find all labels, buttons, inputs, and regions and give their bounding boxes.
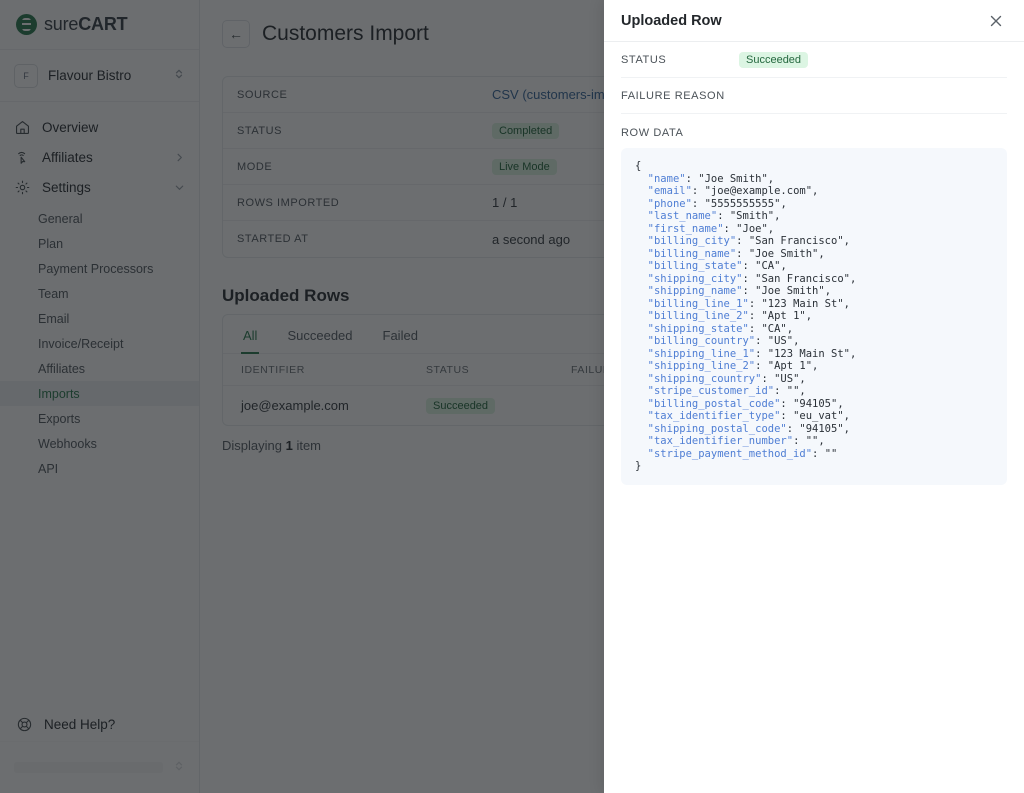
row-data-json: { "name": "Joe Smith", "email": "joe@exa… [621, 148, 1007, 485]
panel-title: Uploaded Row [621, 12, 722, 29]
panel-row-status: STATUS Succeeded [621, 42, 1007, 78]
uploaded-row-panel: Uploaded Row STATUS Succeeded FAILURE RE… [604, 0, 1024, 793]
panel-field-key: FAILURE REASON [621, 89, 725, 102]
row-data-label: ROW DATA [621, 127, 684, 139]
panel-header: Uploaded Row [604, 0, 1024, 42]
panel-field-key: STATUS [621, 53, 667, 66]
close-icon[interactable] [985, 10, 1007, 32]
panel-row-failure-reason: FAILURE REASON [621, 78, 1007, 114]
panel-field-value: Succeeded [739, 51, 809, 68]
panel-status-badge: Succeeded [739, 52, 809, 68]
panel-body: STATUS Succeeded FAILURE REASON ROW DATA… [604, 42, 1024, 495]
modal-overlay[interactable] [0, 0, 604, 793]
